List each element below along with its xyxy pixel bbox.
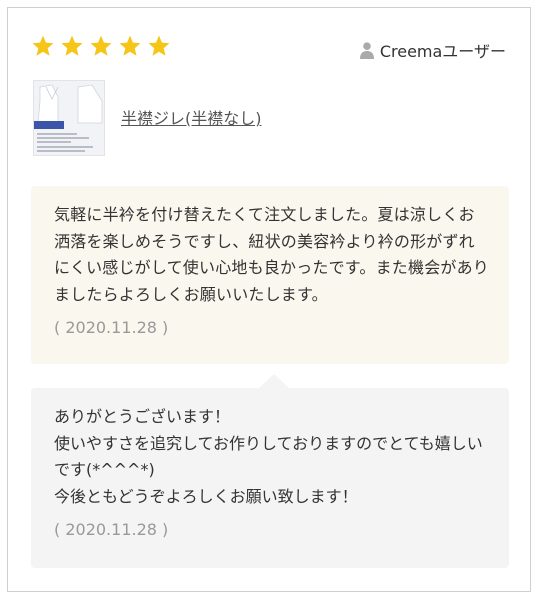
product-image [34,81,104,155]
star-icon [119,35,141,56]
review-comment: 気軽に半衿を付け替えたくて注文しました。夏は涼しくお洒落を楽しめそうですし、紐状… [31,186,509,364]
reply-date: ( 2020.11.28 ) [54,520,169,539]
product-thumbnail[interactable] [33,80,105,156]
review-date: ( 2020.11.28 ) [54,318,169,337]
star-icon [148,35,170,56]
shop-reply: ありがとうございます！ 使いやすさを追究してお作りしておりますのでとても嬉しいで… [31,388,509,568]
star-icon [90,35,112,56]
review-card: Creemaユーザー 半襟ジレ(半襟なし) 気軽に半衿を付け替えたくて注文しまし… [7,7,531,592]
star-icon [32,35,54,56]
product-info: 半襟ジレ(半襟なし) [33,80,262,156]
star-rating [31,34,171,58]
review-text: 気軽に半衿を付け替えたくて注文しました。夏は涼しくお洒落を楽しめそうですし、紐状… [54,205,490,304]
user-icon [359,41,374,59]
reply-pointer [259,374,289,388]
reviewer: Creemaユーザー [359,38,506,62]
star-icon [61,35,83,56]
reviewer-name: Creemaユーザー [379,42,506,61]
reply-text: ありがとうございます！ 使いやすさを追究してお作りしておりますのでとても嬉しいで… [54,407,483,506]
product-link[interactable]: 半襟ジレ(半襟なし) [121,105,262,129]
